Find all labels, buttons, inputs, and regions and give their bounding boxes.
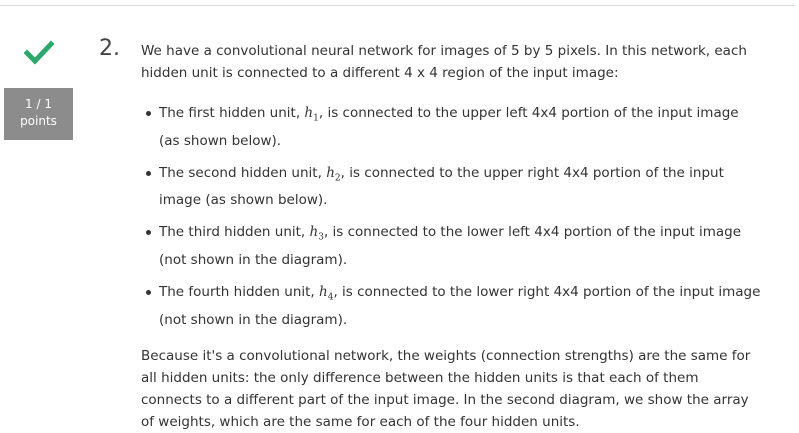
bullet-list: The first hidden unit, h1, is connected … [141,102,761,331]
question-intro: We have a convolutional neural network f… [141,43,747,81]
score-badge: 1 / 1 points [4,88,73,140]
list-item: The third hidden unit, h3, is connected … [141,221,761,271]
check-icon [24,40,54,65]
list-item: The second hidden unit, h2, is connected… [141,162,761,212]
score-value: 1 / 1 [25,97,52,111]
top-divider [0,5,795,6]
list-item: The first hidden unit, h1, is connected … [141,102,761,152]
question-explanation: Because it's a convolutional network, th… [141,347,751,430]
question-body: We have a convolutional neural network f… [141,40,761,433]
question-number: 2. [99,36,120,61]
score-label: points [20,114,57,128]
list-item: The fourth hidden unit, h4, is connected… [141,281,761,331]
